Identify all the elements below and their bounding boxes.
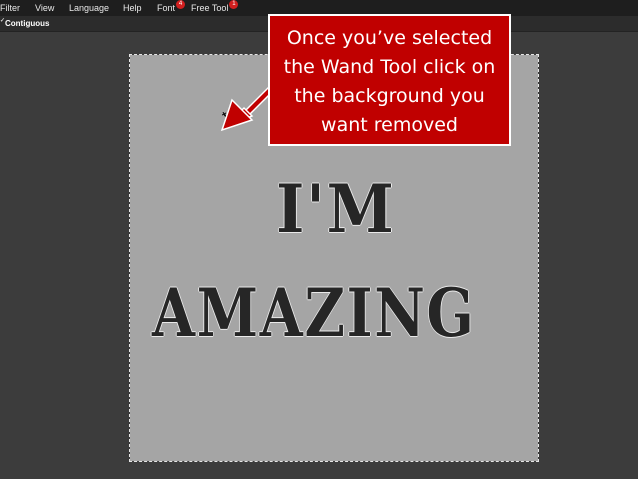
menu-free-tool-label: Free Tool bbox=[191, 3, 229, 13]
menu-help[interactable]: Help bbox=[123, 3, 142, 13]
instruction-callout: Once you’ve selected the Wand Tool click… bbox=[268, 14, 511, 146]
menu-free-tool[interactable]: Free Tool 1 bbox=[191, 0, 239, 13]
callout-text: Once you’ve selected the Wand Tool click… bbox=[283, 27, 496, 136]
free-tool-notification-badge: 1 bbox=[229, 0, 239, 9]
menu-font-label: Font bbox=[157, 3, 176, 13]
font-notification-badge: 4 bbox=[176, 0, 186, 9]
menu-font[interactable]: Font 4 bbox=[157, 0, 186, 13]
contiguous-label: Contiguous bbox=[5, 19, 50, 28]
menu-view[interactable]: View bbox=[35, 3, 54, 13]
poster-text-line1: I'M bbox=[276, 170, 396, 248]
poster-text-line2: AMAZING bbox=[152, 274, 476, 352]
menu-filter[interactable]: Filter bbox=[0, 3, 20, 13]
menu-language[interactable]: Language bbox=[69, 3, 109, 13]
